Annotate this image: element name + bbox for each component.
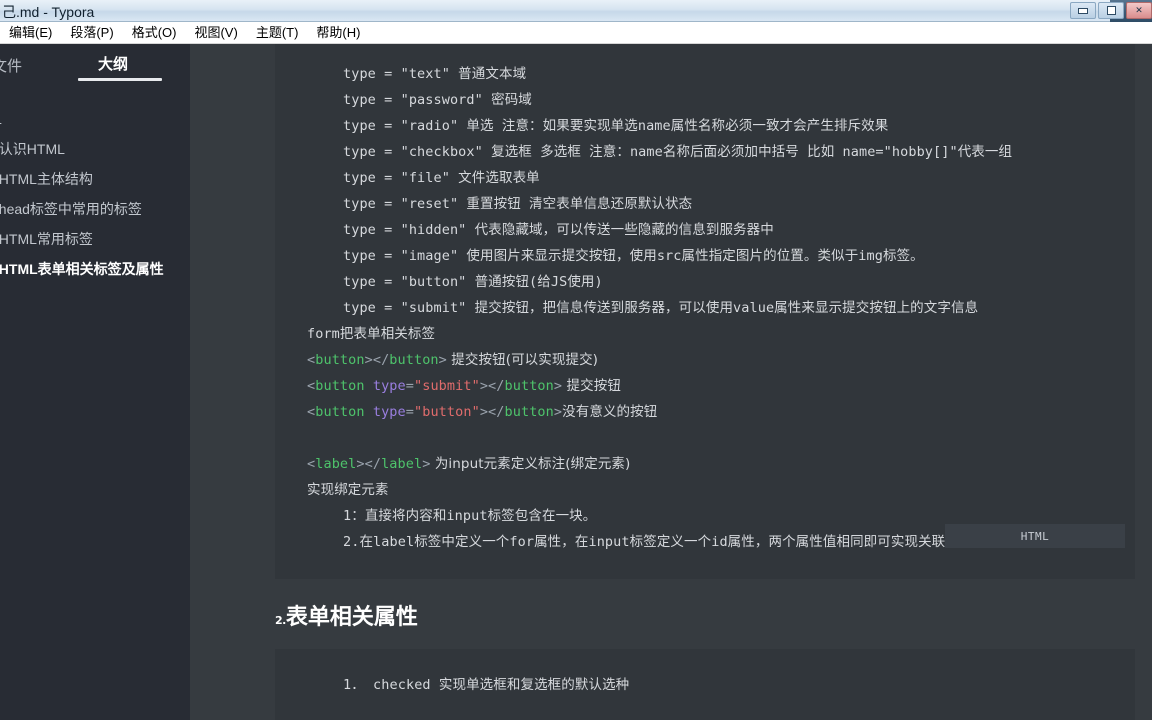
minimize-button[interactable] <box>1070 2 1096 19</box>
code-line-checked: 1． checked 实现单选框和复选框的默认选种 <box>343 677 630 693</box>
window-title: 己.md - Typora <box>2 4 95 20</box>
code-line-button-button: <button type="button"></button>没有意义的按钮 <box>307 404 658 420</box>
code-desc-button-plain: 提交按钮(可以实现提交) <box>446 352 599 368</box>
minimize-icon <box>1078 7 1088 14</box>
editor-area[interactable]: type = "text" 普通文本域 type = "password" 密码… <box>190 44 1152 720</box>
code-line-bind-title: 实现绑定元素 <box>307 482 389 498</box>
typora-window: 己.md - Typora ✕ 编辑(E) 段落(P) 格式(O) 视图(V) … <box>0 0 1152 720</box>
menu-item-paragraph[interactable]: 段落(P) <box>61 22 122 44</box>
code-line-bind-2: 2.在label标签中定义一个for属性，在input标签定义一个id属性，两个… <box>343 534 959 550</box>
title-bar[interactable]: 己.md - Typora <box>0 0 1110 22</box>
tag-name-button: button <box>315 352 365 368</box>
code-line-type-password: type = "password" 密码域 <box>343 92 532 108</box>
outline-item-0[interactable]: L <box>0 104 190 134</box>
attr-type-submit: type <box>372 378 406 394</box>
outline-item-5[interactable]: . HTML表单相关标签及属性 <box>0 254 190 284</box>
outline-item-3[interactable]: . head标签中常用的标签 <box>0 194 190 224</box>
sidebar: 文件 大纲 L . 认识HTML . HTML主体结构 . head标签中常用的… <box>0 44 190 720</box>
menu-item-view[interactable]: 视图(V) <box>185 22 246 44</box>
attr-value-submit: "submit" <box>414 378 480 394</box>
maximize-button[interactable] <box>1098 2 1124 19</box>
sidebar-tab-active-indicator <box>78 78 162 81</box>
code-line-label: <label></label> 为input元素定义标注(绑定元素) <box>307 456 631 472</box>
code-block-attributes[interactable]: 1． checked 实现单选框和复选框的默认选种 <box>275 649 1135 720</box>
code-block-html[interactable]: type = "text" 普通文本域 type = "password" 密码… <box>275 44 1135 579</box>
outline-item-1[interactable]: . 认识HTML <box>0 134 190 164</box>
code-line-type-checkbox: type = "checkbox" 复选框 多选框 注意：name名称后面必须加… <box>343 144 1013 160</box>
maximize-icon <box>1106 6 1116 15</box>
menu-item-theme[interactable]: 主题(T) <box>247 22 308 44</box>
code-line-bind-1: 1：直接将内容和input标签包含在一块。 <box>343 508 597 524</box>
heading-number: 2. <box>275 614 286 627</box>
menu-item-format[interactable]: 格式(O) <box>123 22 186 44</box>
sidebar-tab-files[interactable]: 文件 <box>0 55 22 76</box>
code-desc-label: 为input元素定义标注(绑定元素) <box>430 456 631 472</box>
tag-open-button-plain: < <box>307 352 316 368</box>
menu-bar: 编辑(E) 段落(P) 格式(O) 视图(V) 主题(T) 帮助(H) <box>0 22 1152 44</box>
code-desc-button-button: 没有意义的按钮 <box>562 404 658 420</box>
outline-item-2[interactable]: . HTML主体结构 <box>0 164 190 194</box>
outline-list: L . 认识HTML . HTML主体结构 . head标签中常用的标签 . H… <box>0 88 190 284</box>
code-line-type-file: type = "file" 文件选取表单 <box>343 170 540 186</box>
page-heading-2: 2.表单相关属性 <box>275 599 418 631</box>
code-line-type-button: type = "button" 普通按钮(给JS使用) <box>343 274 603 290</box>
window-controls: ✕ <box>1070 0 1152 22</box>
code-line-type-reset: type = "reset" 重置按钮 清空表单信息还原默认状态 <box>343 196 693 212</box>
code-line-button-submit: <button type="submit"></button> 提交按钮 <box>307 378 621 394</box>
code-language-selector[interactable]: HTML <box>945 524 1125 548</box>
code-line-button-plain: <button></button> 提交按钮(可以实现提交) <box>307 352 599 368</box>
code-line-type-image: type = "image" 使用图片来显示提交按钮，使用src属性指定图片的位… <box>343 248 924 264</box>
code-line-form: form把表单相关标签 <box>307 326 436 342</box>
attr-value-button: "button" <box>414 404 480 420</box>
sidebar-tabs: 文件 大纲 <box>0 44 190 88</box>
close-icon: ✕ <box>1135 5 1143 15</box>
close-button[interactable]: ✕ <box>1126 2 1152 19</box>
menu-item-help[interactable]: 帮助(H) <box>307 22 369 44</box>
outline-item-4[interactable]: . HTML常用标签 <box>0 224 190 254</box>
code-line-type-submit: type = "submit" 提交按钮，把信息传送到服务器，可以使用value… <box>343 300 979 316</box>
sidebar-tab-outline[interactable]: 大纲 <box>98 53 128 74</box>
code-desc-button-submit: 提交按钮 <box>562 378 621 394</box>
heading-text: 表单相关属性 <box>285 605 418 630</box>
code-line-type-hidden: type = "hidden" 代表隐藏域，可以传送一些隐藏的信息到服务器中 <box>343 222 774 238</box>
menu-item-edit[interactable]: 编辑(E) <box>0 22 61 44</box>
code-line-type-text: type = "text" 普通文本域 <box>343 66 527 82</box>
tag-name-label: label <box>315 456 357 472</box>
code-line-type-radio: type = "radio" 单选 注意：如果要实现单选name属性名称必须一致… <box>343 118 889 134</box>
attr-type-button: type <box>372 404 406 420</box>
